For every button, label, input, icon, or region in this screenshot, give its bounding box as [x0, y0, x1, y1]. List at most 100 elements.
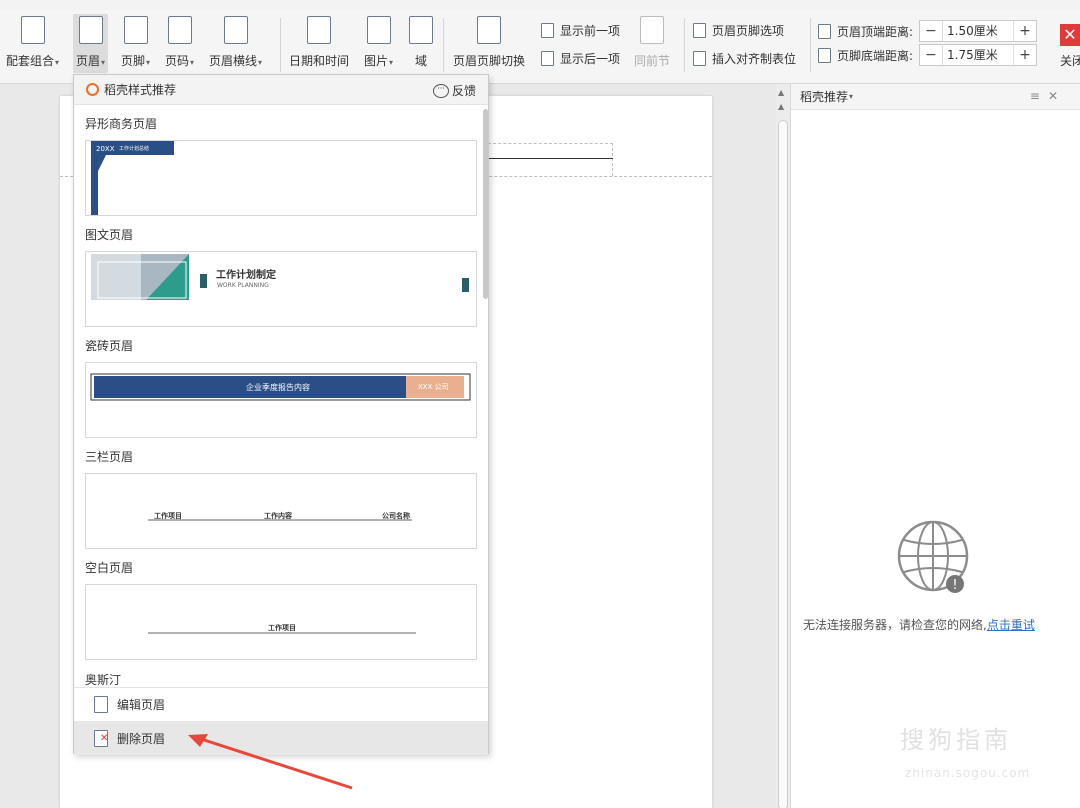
header-button[interactable]: 页眉▾: [73, 14, 109, 73]
delete-header-icon: ✕: [94, 729, 108, 747]
template-combo-label: 配套组合: [6, 54, 55, 68]
footer-bottom-input[interactable]: 1.75厘米: [942, 45, 1015, 65]
card-text: 公司名称: [382, 512, 410, 520]
side-panel: 稻壳推荐 ▾ ≡✕ ! 无法连接服务器，请检查您的网络,点击重试: [790, 84, 1080, 808]
delete-header-label: 删除页眉: [117, 731, 166, 746]
scroll-thumb[interactable]: [778, 120, 788, 808]
tile-header-preview: [90, 373, 471, 401]
template-combo-icon: [20, 16, 45, 44]
offline-message: 无法连接服务器，请检查您的网络,点击重试: [803, 616, 1035, 633]
header-area[interactable]: [488, 143, 613, 176]
same-as-prev-button[interactable]: 同前节: [634, 16, 670, 69]
show-next-button[interactable]: 显示后一项: [541, 50, 620, 67]
card-text: 工作项目: [268, 624, 296, 632]
page-number-label: 页码: [165, 54, 190, 68]
header-template-card[interactable]: 工作计划制定 WORK PLANNING: [85, 251, 477, 327]
footer-bottom-icon: [818, 47, 831, 63]
dropdown-header: 稻壳样式推荐 ··· 反馈: [74, 75, 488, 105]
header-top-increment[interactable]: +: [1014, 23, 1036, 39]
ribbon-separator: [443, 18, 444, 72]
header-template-card[interactable]: 20XX 工作计划总结: [85, 140, 477, 216]
footer-bottom-stepper[interactable]: − 1.75厘米 +: [919, 44, 1038, 66]
header-top-icon: [818, 23, 831, 39]
header-template-card[interactable]: 工作项目 工作内容 公司名称: [85, 473, 477, 549]
header-top-label: 页眉顶端距离:: [837, 24, 914, 39]
align-tab-icon: [693, 51, 706, 66]
switch-header-footer-button[interactable]: 页眉页脚切换: [453, 16, 525, 69]
ribbon-separator: [280, 18, 281, 72]
header-label: 页眉: [76, 54, 101, 68]
menu-bar: [0, 0, 1080, 10]
footer-button[interactable]: 页脚▾: [121, 16, 150, 69]
scroll-up-icon[interactable]: ▲: [778, 102, 784, 111]
field-icon: [409, 16, 433, 44]
edit-header-label: 编辑页眉: [117, 698, 166, 712]
globe-offline-icon: !: [897, 520, 969, 593]
picture-icon: [366, 16, 391, 44]
side-panel-header: 稻壳推荐 ▾ ≡✕: [791, 84, 1080, 110]
section-title: 图文页眉: [85, 228, 134, 242]
card-text: WORK PLANNING: [217, 282, 269, 289]
card-text: 工作项目: [154, 512, 182, 520]
show-next-icon: [541, 51, 554, 66]
header-template-card[interactable]: 企业季度报告内容 XXX 公司: [85, 362, 477, 438]
footer-bottom-decrement[interactable]: −: [920, 47, 942, 63]
header-icon: [78, 16, 103, 44]
hf-options-icon: [693, 23, 706, 38]
footer-label: 页脚: [121, 54, 146, 68]
edit-header-item[interactable]: 编辑页眉: [74, 687, 488, 721]
show-next-label: 显示后一项: [560, 52, 621, 66]
annotation-arrow: [188, 734, 353, 790]
insert-align-tab-label: 插入对齐制表位: [712, 52, 797, 66]
dropdown-title: 稻壳样式推荐: [104, 83, 177, 97]
picture-label: 图片: [364, 54, 389, 68]
section-title: 异形商务页眉: [85, 117, 158, 131]
header-line-icon: [223, 16, 248, 44]
field-button[interactable]: 域: [409, 16, 433, 69]
ribbon-separator: [684, 18, 685, 72]
switch-header-footer-icon: [477, 16, 501, 44]
header-rule: [488, 158, 613, 159]
feedback-button[interactable]: ··· 反馈: [432, 82, 476, 99]
header-top-input[interactable]: 1.50厘米: [942, 21, 1015, 41]
dropdown-scroll-thumb[interactable]: [483, 109, 488, 299]
card-text: 工作内容: [264, 512, 292, 520]
picture-button[interactable]: 图片▾: [364, 16, 393, 69]
show-prev-button[interactable]: 显示前一项: [541, 22, 620, 39]
ribbon-separator: [810, 18, 811, 72]
irregular-business-header-preview: [91, 141, 174, 215]
retry-link[interactable]: 点击重试: [987, 618, 1035, 632]
date-time-button[interactable]: 日期和时间: [289, 16, 349, 69]
header-dropdown-menu: 稻壳样式推荐 ··· 反馈 异形商务页眉 20XX 工作计划总结 图文页眉 工作…: [73, 74, 489, 755]
panel-menu-icon[interactable]: ≡: [1030, 89, 1048, 103]
header-line-button[interactable]: 页眉横线▾: [209, 16, 262, 69]
date-time-label: 日期和时间: [289, 54, 350, 68]
side-panel-title[interactable]: 稻壳推荐: [800, 88, 848, 105]
header-top-stepper[interactable]: − 1.50厘米 +: [919, 20, 1038, 42]
header-template-card[interactable]: 工作项目: [85, 584, 477, 660]
edit-header-icon: [94, 696, 108, 713]
footer-bottom-distance: 页脚底端距离: − 1.75厘米 +: [818, 44, 1038, 66]
page-number-button[interactable]: 页码▾: [165, 16, 194, 69]
close-header-footer-button[interactable]: ✕: [1060, 24, 1080, 46]
header-top-decrement[interactable]: −: [920, 23, 942, 39]
section-title: 空白页眉: [85, 561, 134, 575]
close-icon[interactable]: ✕: [1048, 89, 1066, 103]
card-text: 工作计划制定: [216, 270, 276, 281]
scroll-up-icon[interactable]: ▲: [778, 88, 784, 97]
insert-align-tab-button[interactable]: 插入对齐制表位: [693, 50, 796, 67]
header-top-distance: 页眉顶端距离: − 1.50厘米 +: [818, 20, 1038, 42]
hf-options-button[interactable]: 页眉页脚选项: [693, 22, 784, 39]
hf-options-label: 页眉页脚选项: [712, 24, 785, 38]
section-title: 三栏页眉: [85, 450, 134, 464]
footer-bottom-increment[interactable]: +: [1014, 47, 1036, 63]
template-combo-button[interactable]: 配套组合▾: [6, 16, 59, 69]
footer-icon: [123, 16, 148, 44]
card-text: 工作计划总结: [119, 146, 150, 152]
document-scrollbar[interactable]: ▲ ▲: [776, 84, 790, 808]
ribbon-toolbar: 配套组合▾ 页眉▾ 页脚▾ 页码▾ 页眉横线▾ 日期和时间 图片▾ 域 页眉页脚…: [0, 10, 1080, 84]
section-title: 瓷砖页眉: [85, 339, 134, 353]
dropdown-scrollbar[interactable]: [482, 105, 488, 683]
image-text-header-preview: [91, 254, 469, 300]
card-text: XXX 公司: [418, 383, 449, 391]
